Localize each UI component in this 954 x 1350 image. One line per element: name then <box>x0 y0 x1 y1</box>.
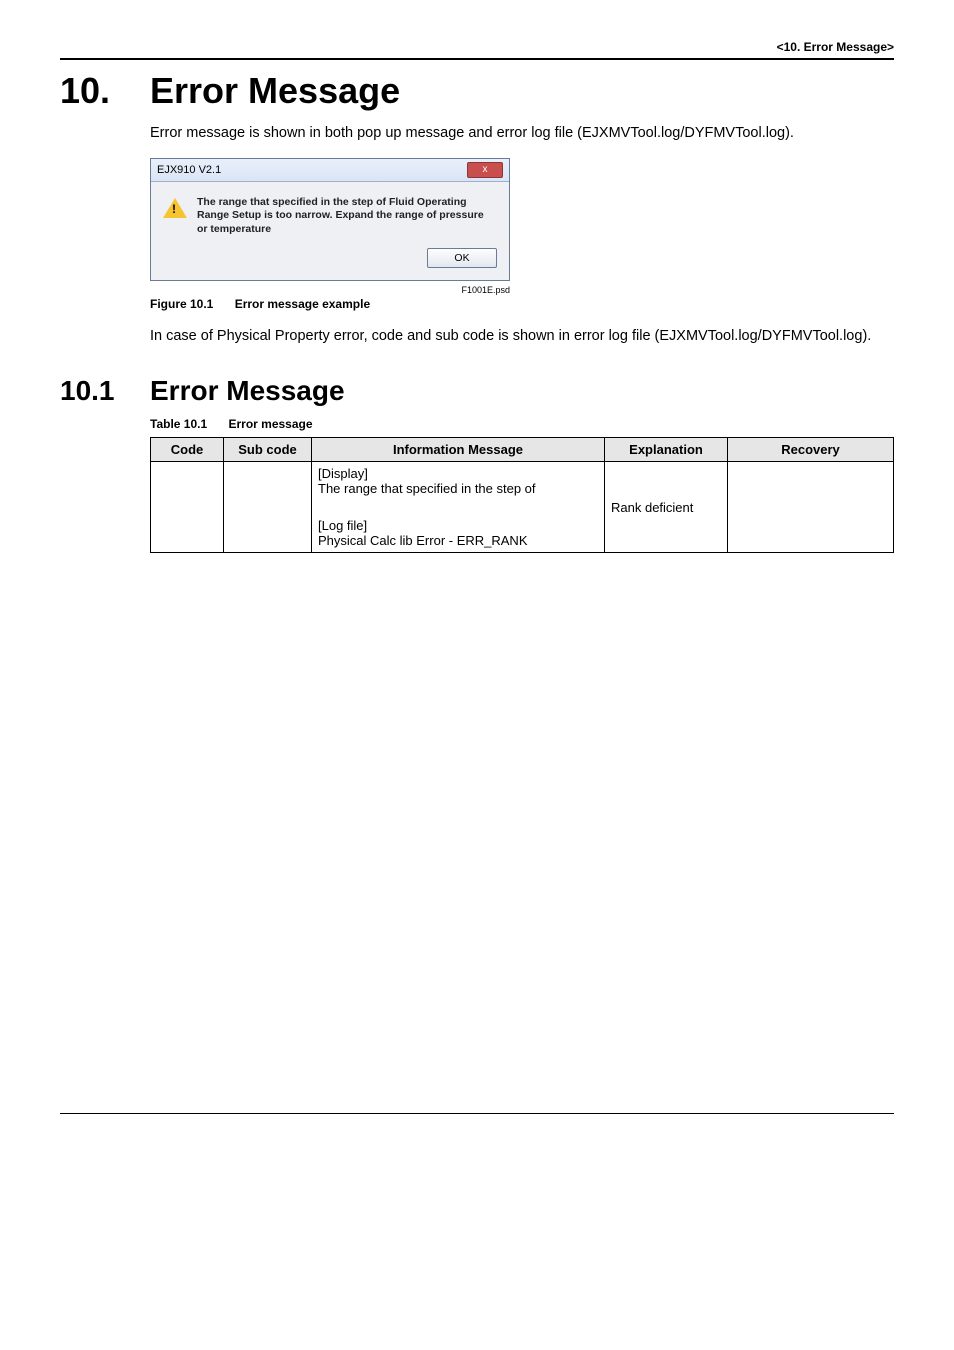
figure-caption-text: Error message example <box>235 297 370 311</box>
col-header-code: Code <box>151 438 224 462</box>
section-number: 10.1 <box>60 375 150 407</box>
intro-paragraph: Error message is shown in both pop up me… <box>150 124 894 144</box>
cell-subcode <box>224 462 312 553</box>
col-header-info: Information Message <box>312 438 605 462</box>
header-rule <box>60 58 894 60</box>
chapter-number: 10. <box>60 70 150 112</box>
cell-explanation: Rank deficient <box>605 462 728 553</box>
footer-rule <box>60 1113 894 1114</box>
dialog-window: EJX910 V2.1 x The range that specified i… <box>150 158 510 282</box>
error-message-table: Code Sub code Information Message Explan… <box>150 437 894 553</box>
section-title: Error Message <box>150 375 345 407</box>
chapter-heading: 10. Error Message <box>60 70 894 112</box>
info-display-label: [Display] <box>318 466 598 481</box>
error-dialog-figure: EJX910 V2.1 x The range that specified i… <box>150 158 510 282</box>
info-display-text: The range that specified in the step of <box>318 481 598 496</box>
col-header-recovery: Recovery <box>728 438 894 462</box>
warning-icon <box>163 198 187 218</box>
post-figure-paragraph: In case of Physical Property error, code… <box>150 327 894 347</box>
table-caption: Table 10.1 Error message <box>150 417 894 431</box>
ok-button[interactable]: OK <box>427 248 497 268</box>
section-heading: 10.1 Error Message <box>60 375 894 407</box>
figure-caption: Figure 10.1 Error message example <box>150 297 894 311</box>
figure-caption-label: Figure 10.1 <box>150 297 213 311</box>
page-header-breadcrumb: <10. Error Message> <box>60 40 894 54</box>
chapter-title: Error Message <box>150 70 400 112</box>
cell-info-message: [Display] The range that specified in th… <box>312 462 605 553</box>
close-icon[interactable]: x <box>467 162 503 178</box>
table-row: [Display] The range that specified in th… <box>151 462 894 553</box>
col-header-subcode: Sub code <box>224 438 312 462</box>
dialog-filename-label: F1001E.psd <box>150 285 510 295</box>
dialog-titlebar: EJX910 V2.1 x <box>151 159 509 182</box>
info-log-text: Physical Calc lib Error - ERR_RANK <box>318 533 598 548</box>
cell-code <box>151 462 224 553</box>
col-header-explanation: Explanation <box>605 438 728 462</box>
table-caption-label: Table 10.1 <box>150 417 207 431</box>
dialog-title: EJX910 V2.1 <box>157 164 221 176</box>
info-log-label: [Log file] <box>318 518 598 533</box>
cell-recovery <box>728 462 894 553</box>
table-header-row: Code Sub code Information Message Explan… <box>151 438 894 462</box>
table-caption-text: Error message <box>228 417 312 431</box>
dialog-body-text: The range that specified in the step of … <box>197 196 497 237</box>
